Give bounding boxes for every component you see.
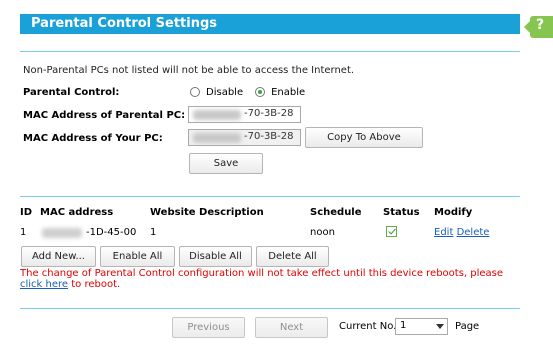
parental-mac-label: MAC Address of Parental PC: [23, 110, 186, 121]
your-mac-field: -70-3B-28 [188, 129, 301, 146]
column-header-modify: Modify [434, 207, 473, 218]
row-id: 1 [20, 227, 27, 238]
previous-button[interactable]: Previous [172, 317, 245, 338]
redacted-mac-prefix [42, 228, 82, 238]
column-header-mac: MAC address [40, 207, 114, 218]
save-button[interactable]: Save [189, 153, 263, 174]
page-select[interactable]: 1 [395, 318, 448, 335]
status-checkbox[interactable] [386, 226, 397, 237]
your-mac-value: -70-3B-28 [244, 131, 294, 142]
disable-radio-label: Disable [206, 86, 244, 98]
help-icon: ? [536, 17, 545, 33]
redacted-mac-prefix [193, 133, 241, 143]
parental-mac-value: -70-3B-28 [244, 108, 294, 119]
page-title: Parental Control Settings [31, 16, 218, 31]
divider [20, 308, 520, 309]
row-mac: -1D-45-00 [86, 227, 137, 238]
row-description: 1 [150, 227, 157, 238]
delete-all-button[interactable]: Delete All [256, 246, 329, 267]
column-header-status: Status [383, 207, 420, 218]
disable-radio[interactable] [190, 87, 200, 97]
parental-control-label: Parental Control: [23, 87, 120, 98]
reboot-warning-text: The change of Parental Control configura… [20, 268, 504, 279]
redacted-mac-prefix [193, 110, 241, 120]
current-page-label: Current No. [339, 321, 397, 332]
reboot-warning-suffix: to reboot. [68, 279, 121, 290]
divider [20, 51, 520, 52]
page-label: Page [455, 321, 480, 332]
parental-control-radio-group: Disable Enable [190, 86, 317, 98]
your-mac-label: MAC Address of Your PC: [23, 133, 163, 144]
row-schedule: noon [310, 227, 335, 238]
parental-mac-input[interactable]: -70-3B-28 [188, 106, 301, 123]
column-header-description: Website Description [150, 207, 264, 218]
column-header-schedule: Schedule [310, 207, 362, 218]
page-header: Parental Control Settings [20, 14, 520, 34]
delete-link[interactable]: Delete [457, 227, 490, 238]
chevron-down-icon [436, 324, 444, 329]
column-header-id: ID [20, 207, 33, 218]
disable-all-button[interactable]: Disable All [179, 246, 252, 267]
page-select-value: 1 [400, 320, 407, 331]
row-modify: Edit Delete [434, 227, 489, 238]
divider [20, 196, 520, 197]
enable-all-button[interactable]: Enable All [100, 246, 175, 267]
add-new-button[interactable]: Add New... [21, 246, 96, 267]
copy-to-above-button[interactable]: Copy To Above [305, 127, 423, 148]
info-note: Non-Parental PCs not listed will not be … [23, 65, 355, 76]
enable-radio-label: Enable [271, 86, 306, 98]
next-button[interactable]: Next [255, 317, 328, 338]
edit-link[interactable]: Edit [434, 227, 453, 238]
help-button[interactable]: ? [524, 16, 553, 38]
enable-radio[interactable] [255, 87, 266, 97]
reboot-link[interactable]: click here [20, 279, 68, 290]
reboot-warning: The change of Parental Control configura… [20, 268, 520, 290]
